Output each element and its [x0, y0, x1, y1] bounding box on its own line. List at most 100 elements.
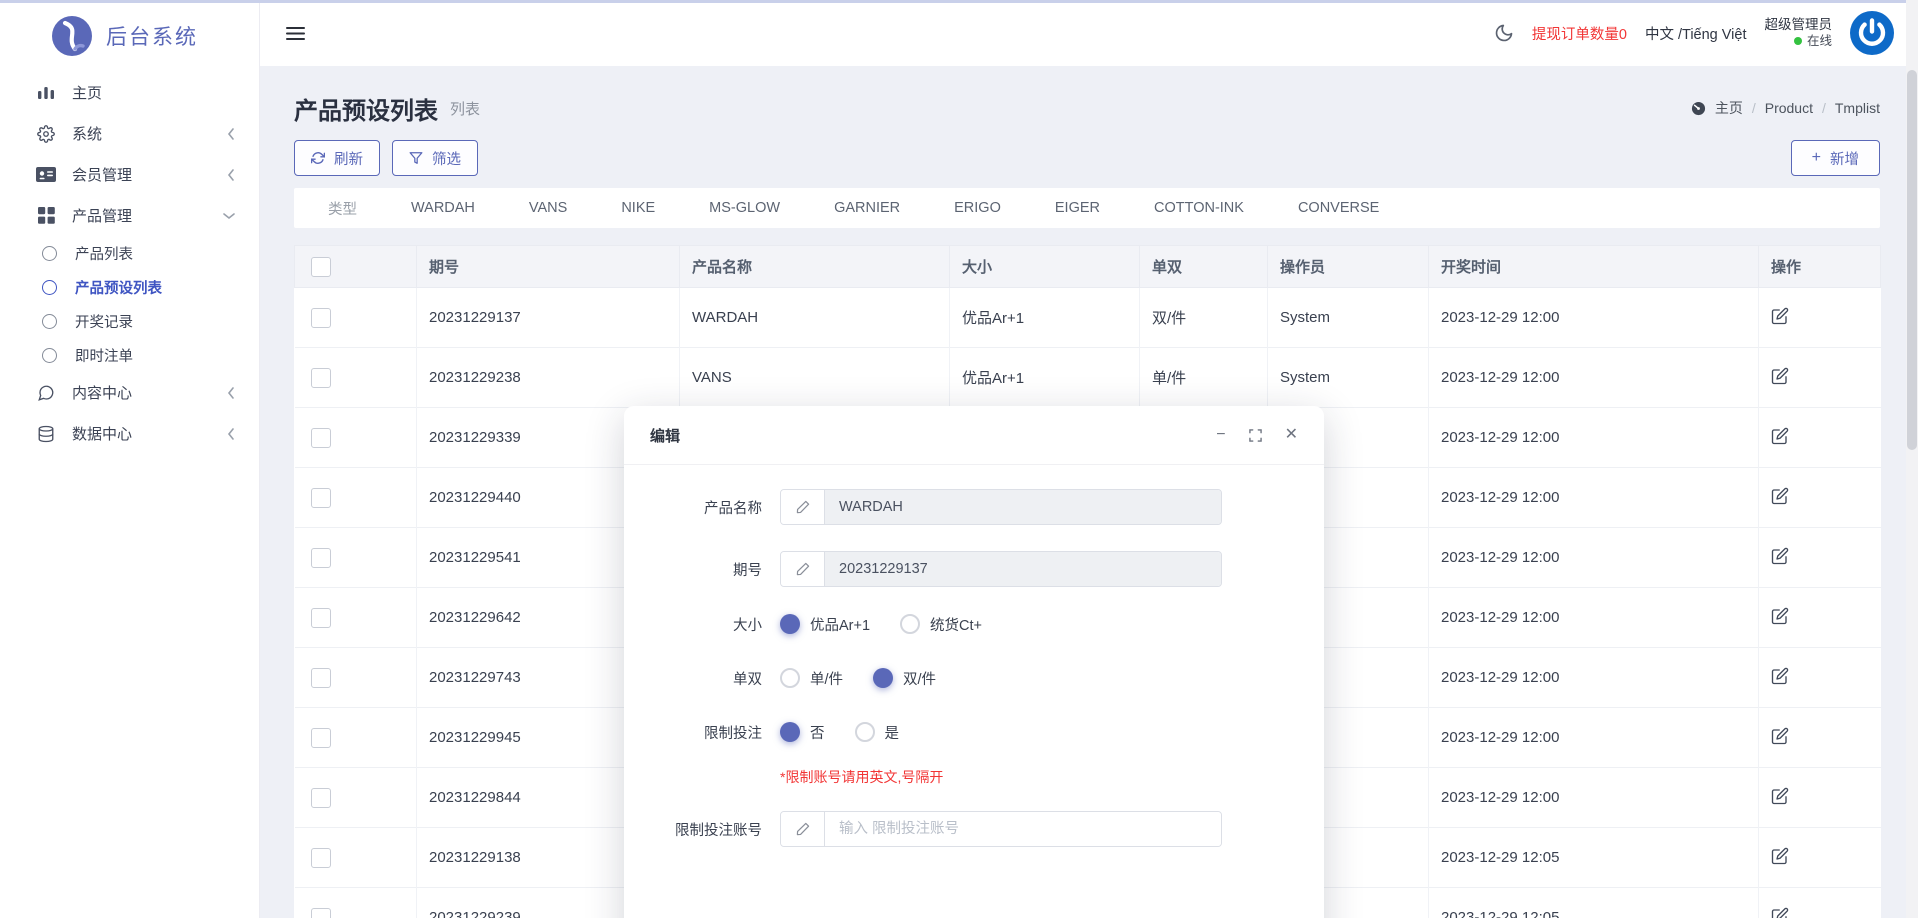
col-parity: 单双	[1140, 246, 1268, 288]
radio-size-option-2[interactable]: 统货Ct+	[900, 614, 982, 635]
pencil-icon	[781, 552, 825, 586]
radio-parity-option-2[interactable]: 双/件	[873, 668, 936, 689]
page-scrollbar[interactable]	[1906, 0, 1918, 918]
row-checkbox[interactable]	[311, 788, 331, 808]
sidebar-item-system[interactable]: 系统	[0, 113, 259, 154]
page-head: 产品预设列表 列表 主页 / Product / Tmplist	[294, 86, 1880, 130]
breadcrumb-home[interactable]: 主页	[1715, 98, 1743, 118]
cell-draw-time: 2023-12-29 12:00	[1429, 708, 1759, 768]
dark-mode-icon[interactable]	[1494, 23, 1514, 43]
add-button[interactable]: + 新增	[1791, 140, 1880, 176]
col-draw-time: 开奖时间	[1429, 246, 1759, 288]
row-checkbox[interactable]	[311, 668, 331, 688]
tab-item[interactable]: ERIGO	[954, 200, 1001, 216]
edit-row-icon[interactable]	[1771, 547, 1789, 565]
sidebar-subitem-draw-records[interactable]: 开奖记录	[0, 304, 259, 338]
row-checkbox[interactable]	[311, 488, 331, 508]
col-operator: 操作员	[1268, 246, 1429, 288]
sidebar-item-content-center[interactable]: 内容中心	[0, 372, 259, 413]
radio-parity-option-1[interactable]: 单/件	[780, 668, 843, 689]
minimize-icon[interactable]: −	[1216, 427, 1225, 443]
filter-button[interactable]: 筛选	[392, 140, 478, 176]
radio-limit-option-2[interactable]: 是	[855, 722, 900, 743]
cell-product-name: WARDAH	[680, 288, 950, 348]
sidebar-item-data-center[interactable]: 数据中心	[0, 413, 259, 454]
sidebar-item-label: 主页	[72, 82, 102, 103]
row-checkbox[interactable]	[311, 848, 331, 868]
edit-modal: 编辑 − ✕ 产品名称 期号	[624, 406, 1324, 918]
row-checkbox[interactable]	[311, 908, 331, 918]
edit-row-icon[interactable]	[1771, 487, 1789, 505]
row-checkbox[interactable]	[311, 608, 331, 628]
row-checkbox[interactable]	[311, 308, 331, 328]
row-checkbox[interactable]	[311, 368, 331, 388]
close-icon[interactable]: ✕	[1285, 427, 1298, 443]
row-checkbox[interactable]	[311, 548, 331, 568]
refresh-label: 刷新	[334, 148, 363, 169]
circle-icon	[42, 246, 57, 261]
edit-row-icon[interactable]	[1771, 667, 1789, 685]
sidebar-item-label: 会员管理	[72, 164, 132, 185]
gear-icon	[36, 124, 56, 144]
language-switcher[interactable]: 中文 /Tiếng Việt	[1645, 23, 1747, 44]
sidebar-item-members[interactable]: 会员管理	[0, 154, 259, 195]
logo-icon	[52, 16, 92, 56]
chat-icon	[36, 383, 56, 403]
edit-row-icon[interactable]	[1771, 607, 1789, 625]
edit-row-icon[interactable]	[1771, 367, 1789, 385]
sidebar-subitem-live-orders[interactable]: 即时注单	[0, 338, 259, 372]
breadcrumb-tmplist[interactable]: Tmplist	[1835, 100, 1880, 116]
scrollbar-thumb[interactable]	[1907, 70, 1917, 450]
user-status: 在线	[1765, 34, 1833, 50]
edit-row-icon[interactable]	[1771, 907, 1789, 918]
tab-item[interactable]: MS-GLOW	[709, 200, 780, 216]
radio-limit-option-1[interactable]: 否	[780, 722, 825, 743]
issue-input[interactable]	[825, 552, 1221, 586]
cell-product-name: VANS	[680, 348, 950, 408]
tab-item[interactable]: NIKE	[621, 200, 655, 216]
breadcrumb-product[interactable]: Product	[1765, 100, 1813, 116]
edit-row-icon[interactable]	[1771, 307, 1789, 325]
modal-title: 编辑	[650, 425, 680, 446]
tab-item[interactable]: GARNIER	[834, 200, 900, 216]
cell-size: 优品Ar+1	[950, 288, 1140, 348]
field-label: 单双	[624, 668, 762, 689]
menu-toggle-icon[interactable]	[286, 26, 305, 41]
row-checkbox[interactable]	[311, 728, 331, 748]
tab-item[interactable]: VANS	[529, 200, 567, 216]
select-all-checkbox[interactable]	[311, 257, 331, 277]
tab-item[interactable]: CONVERSE	[1298, 200, 1379, 216]
edit-row-icon[interactable]	[1771, 427, 1789, 445]
product-name-input[interactable]	[825, 490, 1221, 524]
sidebar-subitem-product-preset-list[interactable]: 产品预设列表	[0, 270, 259, 304]
sidebar-item-home[interactable]: 主页	[0, 72, 259, 113]
modal-header[interactable]: 编辑 − ✕	[624, 406, 1324, 465]
edit-row-icon[interactable]	[1771, 727, 1789, 745]
breadcrumb-separator: /	[1822, 100, 1826, 116]
sidebar-item-products[interactable]: 产品管理	[0, 195, 259, 236]
bar-chart-icon	[36, 83, 56, 103]
cell-parity: 单/件	[1140, 348, 1268, 408]
form-row-limit: 限制投注 否 是	[624, 721, 1324, 743]
tab-item[interactable]: COTTON-INK	[1154, 200, 1244, 216]
tab-item[interactable]: 类型	[328, 198, 357, 219]
sidebar-subitem-product-list[interactable]: 产品列表	[0, 236, 259, 270]
table-row: 20231229238 VANS 优品Ar+1 单/件 System 2023-…	[295, 348, 1881, 408]
radio-size-option-1[interactable]: 优品Ar+1	[780, 614, 870, 635]
sidebar-subitem-label: 产品列表	[75, 243, 133, 264]
withdraw-notice-link[interactable]: 提现订单数量0	[1532, 23, 1627, 44]
sidebar-subitem-label: 产品预设列表	[75, 277, 162, 298]
avatar[interactable]	[1850, 11, 1894, 55]
fullscreen-icon[interactable]	[1249, 429, 1262, 442]
refresh-button[interactable]: 刷新	[294, 140, 380, 176]
row-checkbox[interactable]	[311, 428, 331, 448]
tab-item[interactable]: EIGER	[1055, 200, 1100, 216]
edit-row-icon[interactable]	[1771, 847, 1789, 865]
brand-logo[interactable]: 后台系统	[0, 0, 259, 72]
edit-row-icon[interactable]	[1771, 787, 1789, 805]
pencil-icon	[781, 490, 825, 524]
id-card-icon	[36, 165, 56, 185]
tab-item[interactable]: WARDAH	[411, 200, 475, 216]
radio-selected-icon	[780, 722, 800, 742]
limit-account-input[interactable]	[825, 812, 1221, 846]
